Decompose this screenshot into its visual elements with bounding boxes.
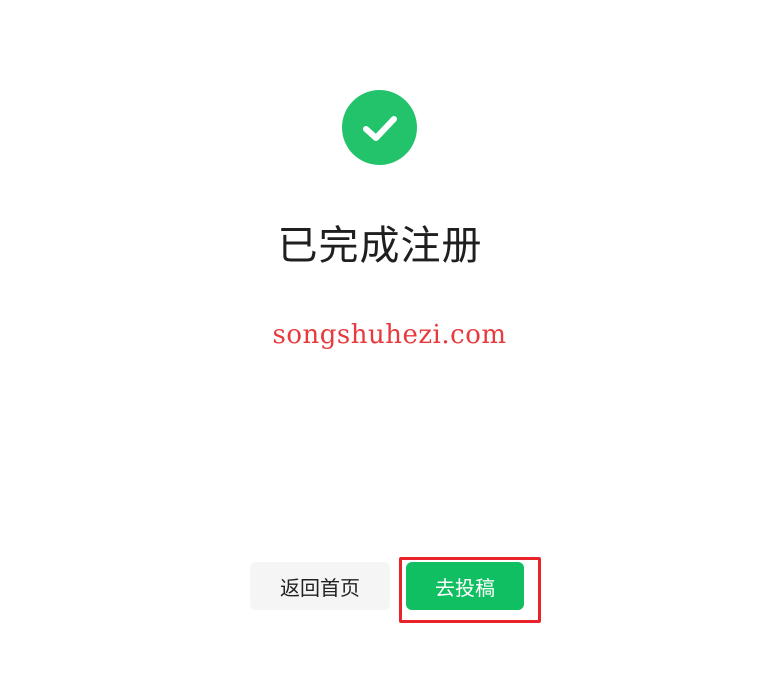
go-submit-button[interactable]: 去投稿 bbox=[406, 562, 524, 610]
back-home-button[interactable]: 返回首页 bbox=[250, 562, 390, 610]
page-title: 已完成注册 bbox=[277, 223, 483, 269]
watermark-text: songshuhezi.com bbox=[272, 320, 507, 350]
check-circle-icon bbox=[342, 90, 417, 165]
checkmark-icon bbox=[362, 115, 397, 141]
